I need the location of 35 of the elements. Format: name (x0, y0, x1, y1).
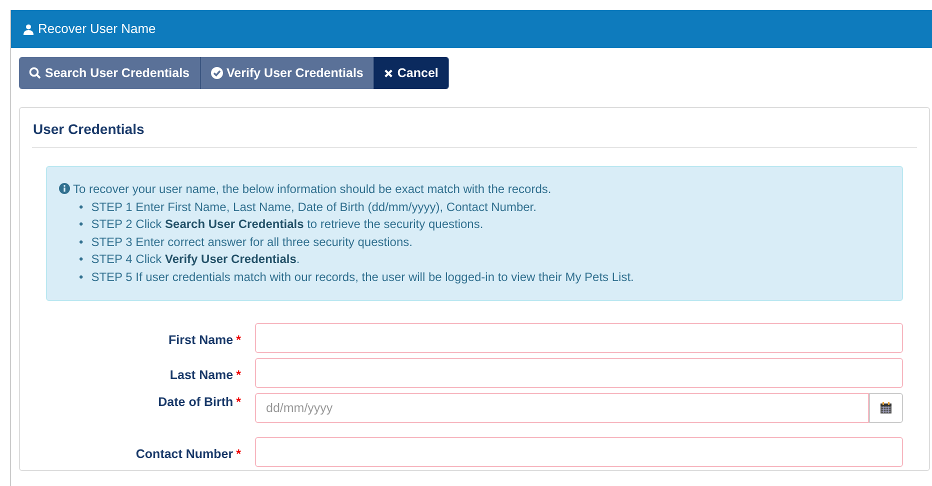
date-field[interactable]: dd/mm/yyyy (255, 393, 869, 423)
bullet-mark: • (79, 268, 84, 286)
step-text: STEP 2 Click Search User Credentials to retrieve the security questions. (91, 216, 484, 233)
required-mark: * (236, 395, 241, 409)
step-text: STEP 3 Enter correct answer for all three security questions. (91, 234, 412, 250)
page-title: Recover User Name (38, 20, 156, 38)
required-mark: * (236, 368, 241, 382)
input-field[interactable] (255, 323, 903, 353)
calendar-button[interactable] (869, 393, 903, 423)
info-icon (59, 183, 70, 194)
bullet-mark: • (79, 216, 84, 233)
verify-button[interactable]: Verify User Credentials (200, 57, 374, 89)
field-label: Date of Birth (158, 395, 234, 409)
info-text: To recover your user name, the below information should be exact match with the records. (73, 182, 552, 196)
user-icon (23, 24, 34, 34)
field-label: Last Name (170, 368, 234, 382)
close-icon (384, 68, 394, 78)
step-text: STEP 1 Enter First Name, Last Name, Date of Birth (dd/mm/yyyy), Contact Number. (91, 198, 536, 216)
search-button[interactable]: Search User Credentials (19, 57, 201, 89)
field-label: Contact Number (136, 447, 234, 461)
required-mark: * (236, 333, 241, 347)
calendar-icon (880, 402, 892, 414)
card-title: User Credentials (32, 108, 917, 148)
step-text: STEP 5 If user credentials match with our records, the user will be logged-in to view their My Pets List. (91, 268, 634, 286)
check-circle-icon (210, 67, 223, 79)
input-field[interactable] (255, 358, 903, 388)
required-mark: * (236, 447, 241, 461)
step-text: STEP 4 Click Verify User Credentials. (91, 251, 300, 268)
field-label: First Name (168, 333, 234, 347)
cancel-button[interactable]: Cancel (374, 57, 450, 89)
bullet-mark: • (79, 198, 84, 216)
bullet-mark: • (79, 251, 84, 268)
search-icon (29, 67, 41, 79)
bullet-mark: • (79, 234, 84, 250)
input-field[interactable] (255, 437, 903, 467)
